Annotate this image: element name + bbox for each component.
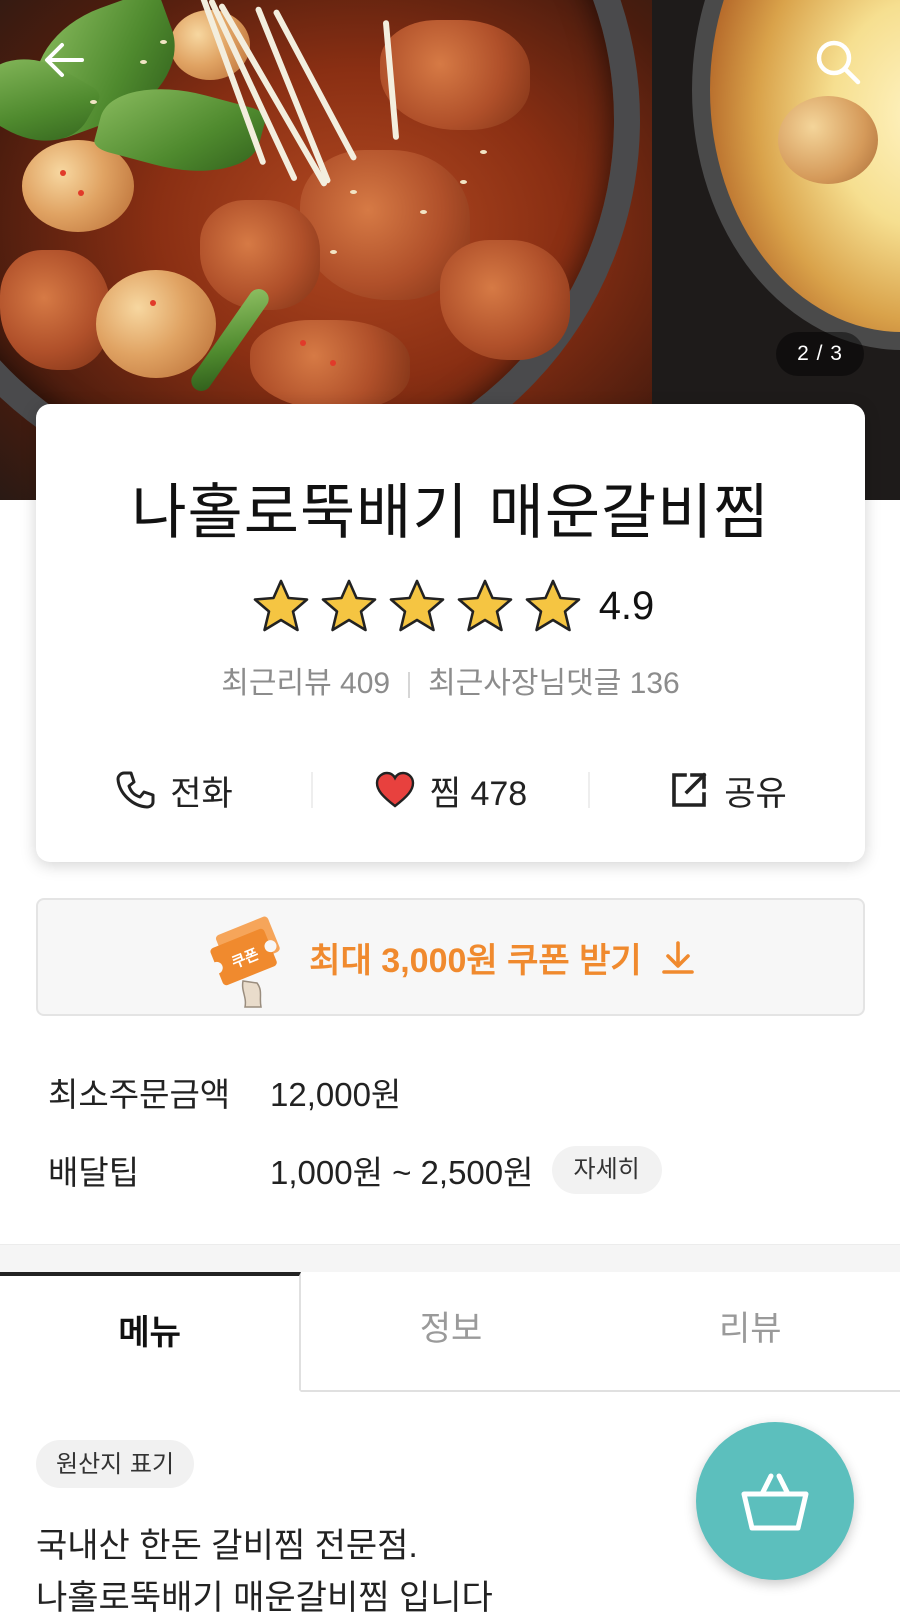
coupon-icon: 쿠폰	[210, 916, 281, 1008]
heart-icon	[375, 771, 414, 808]
star-icon	[253, 579, 308, 632]
like-button[interactable]: 찜 478	[313, 766, 588, 815]
cart-button[interactable]	[696, 1422, 854, 1580]
min-order-value: 12,000원	[270, 1076, 402, 1113]
tab-reviews[interactable]: 리뷰	[600, 1272, 900, 1392]
store-description-line1: 국내산 한돈 갈비찜 전문점.	[36, 1527, 418, 1565]
rating-row: 4.9	[36, 576, 865, 636]
delivery-tip-value: 1,000원 ~ 2,500원	[270, 1154, 534, 1191]
carousel-page-indicator: 2 / 3	[776, 332, 864, 376]
share-label: 공유	[724, 774, 787, 813]
delivery-tip-row: 배달팁 1,000원 ~ 2,500원 자세히	[48, 1145, 662, 1195]
search-icon[interactable]	[812, 36, 864, 88]
store-description-line2: 나홀로뚝배기 매운갈비찜 입니다	[36, 1579, 493, 1617]
star-icon	[525, 579, 580, 632]
delivery-tip-label: 배달팁	[48, 1154, 140, 1191]
min-order-row: 최소주문금액 12,000원	[48, 1067, 401, 1117]
call-button[interactable]: 전화	[36, 766, 311, 815]
tab-menu[interactable]: 메뉴	[0, 1272, 302, 1392]
store-name: 나홀로뚝배기 매운갈비찜	[131, 478, 770, 548]
coupon-download-button[interactable]: 쿠폰 최대 3,000원 쿠폰 받기	[36, 898, 865, 1016]
star-icon	[389, 579, 444, 632]
share-icon	[672, 772, 707, 807]
coupon-label: 최대 3,000원 쿠폰 받기	[309, 941, 642, 980]
star-icon	[457, 579, 512, 632]
owner-comments-count[interactable]: 최근사장님댓글 136	[428, 667, 680, 700]
like-count-label: 찜 478	[429, 774, 528, 813]
delivery-tip-detail-button[interactable]: 자세히	[551, 1146, 662, 1194]
call-label: 전화	[170, 774, 233, 813]
star-rating	[247, 578, 587, 634]
min-order-label: 최소주문금액	[48, 1076, 231, 1113]
section-divider	[0, 1244, 900, 1272]
origin-label-button[interactable]: 원산지 표기	[36, 1440, 195, 1488]
store-tabs: 메뉴 정보 리뷰	[0, 1272, 900, 1392]
download-arrow-icon	[661, 941, 694, 974]
review-separator	[408, 672, 411, 699]
review-counts: 최근리뷰 409 최근사장님댓글 136	[36, 658, 865, 702]
recent-reviews-count[interactable]: 최근리뷰 409	[221, 667, 390, 700]
star-icon	[321, 579, 376, 632]
tab-info[interactable]: 정보	[301, 1272, 601, 1392]
rating-value: 4.9	[598, 583, 655, 628]
phone-icon	[116, 771, 155, 809]
basket-icon	[741, 1473, 809, 1531]
arrow-left-icon[interactable]	[40, 36, 88, 84]
store-info-card: 나홀로뚝배기 매운갈비찜 4.9 최근리뷰 409 최근사장님댓글 136 전화 …	[36, 404, 865, 862]
share-button[interactable]: 공유	[590, 766, 865, 815]
store-actions: 전화 찜 478 공유	[36, 740, 865, 840]
